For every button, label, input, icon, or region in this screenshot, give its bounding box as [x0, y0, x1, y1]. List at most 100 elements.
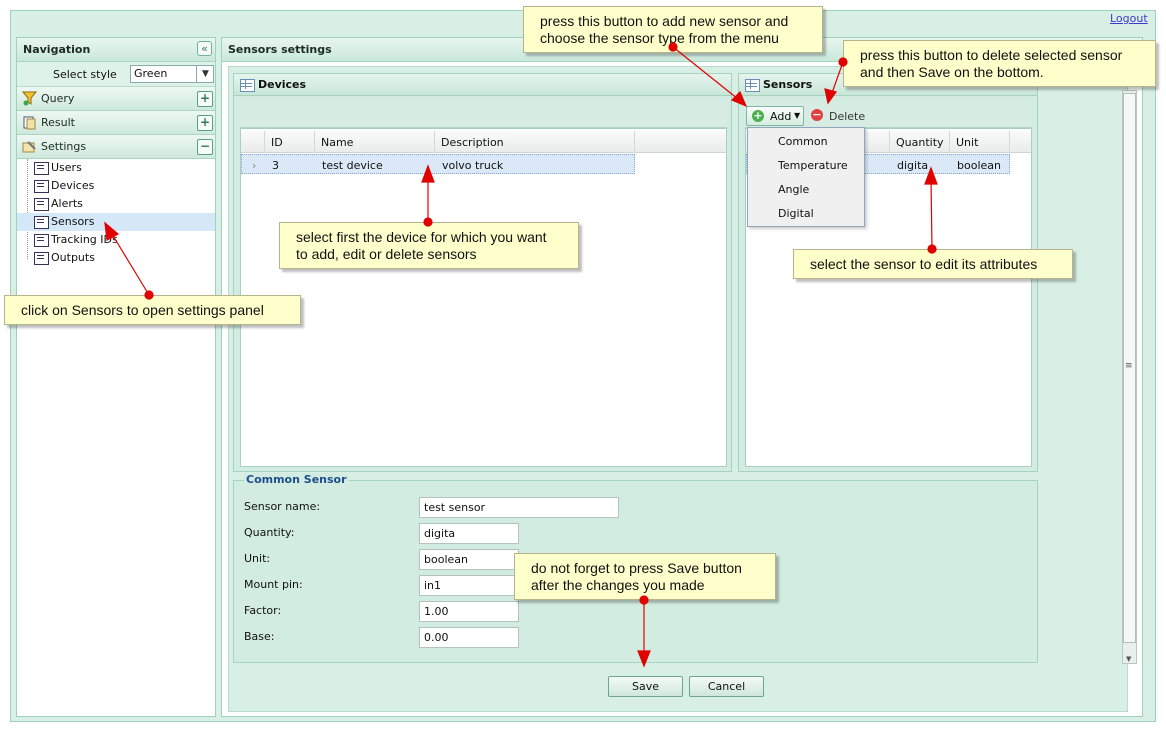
save-button[interactable]: Save — [608, 676, 683, 697]
accordion-query-label: Query — [41, 92, 75, 105]
cell-unit: boolean — [957, 159, 1001, 172]
devices-title: Devices — [258, 78, 307, 91]
sidebar-item-label: Sensors — [51, 215, 95, 228]
base-field[interactable]: 0.00 — [419, 627, 519, 648]
list-icon — [34, 252, 49, 265]
plus-icon: + — [752, 109, 764, 122]
sidebar-item-label: Alerts — [51, 197, 83, 210]
annotation-device-line2: to add, edit or delete sensors — [296, 246, 477, 262]
list-icon — [34, 198, 49, 211]
menu-item-common[interactable]: Common — [748, 130, 864, 154]
sensor-name-label: Sensor name: — [244, 500, 321, 513]
annotation-device-line1: select first the device for which you wa… — [296, 229, 547, 245]
sidebar-item-devices[interactable]: Devices — [17, 177, 215, 195]
accordion-query[interactable]: Query + — [17, 87, 215, 111]
collapse-icon[interactable]: « — [197, 41, 212, 56]
annotation-device: select first the device for which you wa… — [279, 222, 579, 269]
accordion-result[interactable]: Result + — [17, 111, 215, 135]
list-icon — [34, 234, 49, 247]
base-label: Base: — [244, 630, 275, 643]
accordion-result-label: Result — [41, 116, 75, 129]
collapse-section-icon[interactable]: − — [197, 139, 213, 155]
unit-field[interactable]: boolean — [419, 549, 519, 570]
settings-icon — [22, 141, 36, 153]
annotation-add: press this button to add new sensor and … — [523, 6, 823, 53]
devices-pane: Devices ID Name Description › 3 test dev… — [233, 73, 732, 472]
add-sensor-menu: Common Temperature Angle Digital — [747, 127, 865, 227]
annotation-delete-line1: press this button to delete selected sen… — [860, 47, 1123, 63]
expand-icon[interactable]: + — [197, 91, 213, 107]
annotation-sensor: select the sensor to edit its attributes — [793, 249, 1073, 279]
sidebar-item-label: Tracking IDs — [51, 233, 118, 246]
sidebar-item-label: Devices — [51, 179, 95, 192]
column-header-quantity[interactable]: Quantity — [890, 131, 950, 153]
delete-sensor-button[interactable]: − Delete — [808, 106, 866, 126]
devices-toolbar — [240, 102, 727, 128]
sidebar-item-sensors[interactable]: Sensors — [17, 213, 215, 231]
annotation-save: do not forget to press Save button after… — [514, 553, 776, 600]
chevron-down-icon[interactable]: ▼ — [196, 65, 214, 83]
minus-icon: − — [811, 108, 823, 121]
menu-item-angle[interactable]: Angle — [748, 178, 864, 202]
unit-label: Unit: — [244, 552, 271, 565]
navigation-title: Navigation — [17, 38, 215, 62]
scroll-down-icon[interactable]: ▼ — [1126, 655, 1131, 663]
annotation-save-line2: after the changes you made — [531, 577, 705, 593]
factor-field[interactable]: 1.00 — [419, 601, 519, 622]
devices-grid: ID Name Description › 3 test device volv… — [240, 128, 727, 467]
row-marker: › — [252, 159, 257, 172]
chevron-down-icon: ▼ — [794, 111, 801, 120]
grid-icon — [745, 79, 760, 92]
quantity-field[interactable]: digita — [419, 523, 519, 544]
mount-pin-field[interactable]: in1 — [419, 575, 519, 596]
style-selector-row: Select style Green ▼ — [17, 62, 215, 87]
annotation-save-line1: do not forget to press Save button — [531, 560, 742, 576]
column-header-id[interactable]: ID — [265, 131, 315, 153]
accordion-settings[interactable]: Settings − — [17, 135, 215, 159]
funnel-icon — [22, 91, 37, 106]
list-icon — [34, 162, 49, 175]
form-legend: Common Sensor — [244, 473, 349, 486]
annotation-delete: press this button to delete selected sen… — [843, 40, 1156, 87]
list-icon — [34, 180, 49, 193]
sidebar-item-label: Outputs — [51, 251, 95, 264]
list-icon — [34, 216, 49, 229]
grip-icon: ≡ — [1125, 361, 1133, 371]
cell-id: 3 — [272, 159, 279, 172]
sensors-title: Sensors — [763, 78, 813, 91]
expand-icon[interactable]: + — [197, 115, 213, 131]
column-header-description[interactable]: Description — [435, 131, 635, 153]
table-row[interactable]: › 3 test device volvo truck — [241, 154, 635, 174]
factor-label: Factor: — [244, 604, 282, 617]
column-header-name[interactable]: Name — [315, 131, 435, 153]
menu-item-temperature[interactable]: Temperature — [748, 154, 864, 178]
column-header-unit[interactable]: Unit — [950, 131, 1010, 153]
add-label: Add — [770, 110, 792, 123]
logout-link[interactable]: Logout — [1110, 12, 1148, 25]
document-icon — [23, 116, 36, 130]
quantity-label: Quantity: — [244, 526, 295, 539]
sensor-name-field[interactable]: test sensor — [419, 497, 619, 518]
add-sensor-button[interactable]: + Add ▼ — [746, 106, 804, 126]
select-style-label: Select style — [53, 68, 117, 81]
annotation-add-line1: press this button to add new sensor and — [540, 13, 789, 29]
cell-name: test device — [322, 159, 383, 172]
sidebar-item-label: Users — [51, 161, 82, 174]
mount-pin-label: Mount pin: — [244, 578, 303, 591]
sidebar-item-tracking-ids[interactable]: Tracking IDs — [17, 231, 215, 249]
accordion-settings-label: Settings — [41, 140, 87, 153]
devices-pane-header: Devices — [234, 74, 731, 96]
navigation-panel: Navigation « Select style Green ▼ Query … — [16, 37, 216, 717]
devices-grid-header: ID Name Description — [241, 131, 726, 153]
cancel-button[interactable]: Cancel — [689, 676, 764, 697]
delete-label: Delete — [829, 110, 866, 123]
menu-item-digital[interactable]: Digital — [748, 202, 864, 226]
annotation-nav: click on Sensors to open settings panel — [4, 295, 301, 325]
sidebar-item-alerts[interactable]: Alerts — [17, 195, 215, 213]
annotation-delete-line2: and then Save on the bottom. — [860, 64, 1044, 80]
cell-description: volvo truck — [442, 159, 504, 172]
sidebar-item-users[interactable]: Users — [17, 159, 215, 177]
annotation-add-line2: choose the sensor type from the menu — [540, 30, 779, 46]
sidebar-item-outputs[interactable]: Outputs — [17, 249, 215, 267]
grid-icon — [240, 79, 255, 92]
